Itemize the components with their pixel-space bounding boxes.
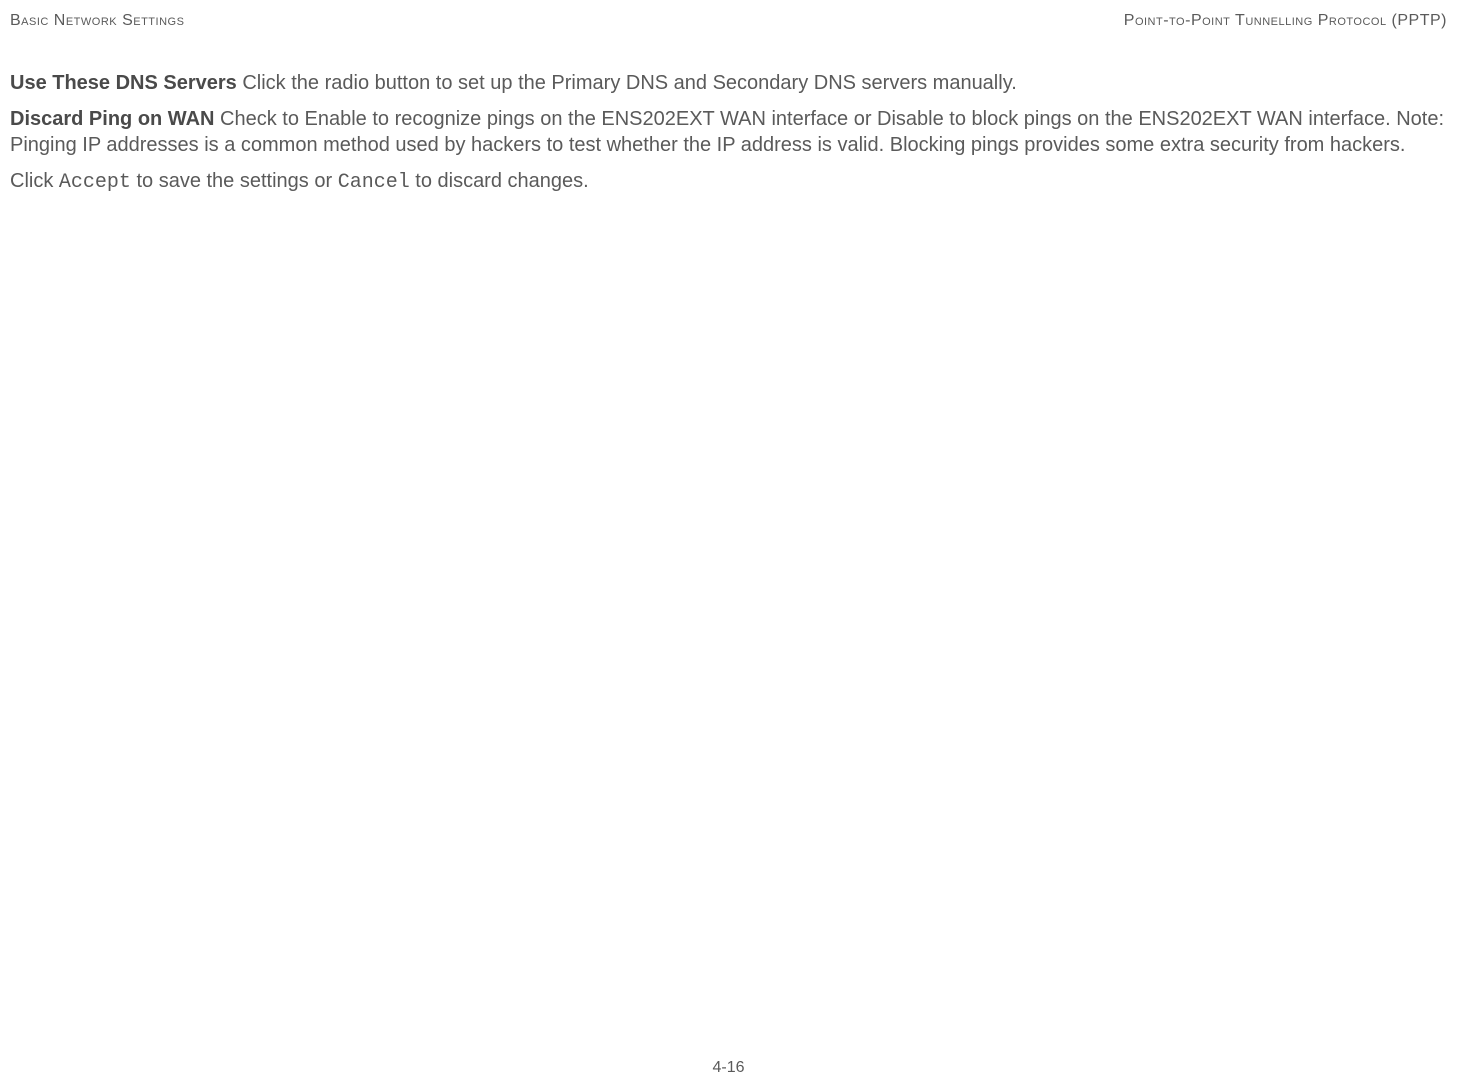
text-pre: Click: [10, 170, 59, 192]
paragraph-accept-cancel: Click Accept to save the settings or Can…: [10, 168, 1447, 196]
text-dns-servers: Click the radio button to set up the Pri…: [237, 72, 1017, 94]
code-accept: Accept: [59, 171, 131, 194]
header-right: Point-to-Point Tunnelling Protocol (PPTP…: [1124, 12, 1447, 30]
label-discard-ping: Discard Ping on WAN: [10, 108, 214, 130]
code-cancel: Cancel: [338, 171, 410, 194]
page-content: Use These DNS Servers Click the radio bu…: [10, 34, 1447, 196]
header-left: Basic Network Settings: [10, 12, 184, 30]
page-number: 4-16: [0, 1059, 1457, 1077]
paragraph-dns-servers: Use These DNS Servers Click the radio bu…: [10, 70, 1447, 96]
label-dns-servers: Use These DNS Servers: [10, 72, 237, 94]
text-post: to discard changes.: [410, 170, 589, 192]
page-header: Basic Network Settings Point-to-Point Tu…: [10, 0, 1447, 34]
paragraph-discard-ping: Discard Ping on WAN Check to Enable to r…: [10, 106, 1447, 158]
text-discard-ping: Check to Enable to recognize pings on th…: [10, 108, 1444, 156]
text-mid: to save the settings or: [131, 170, 338, 192]
